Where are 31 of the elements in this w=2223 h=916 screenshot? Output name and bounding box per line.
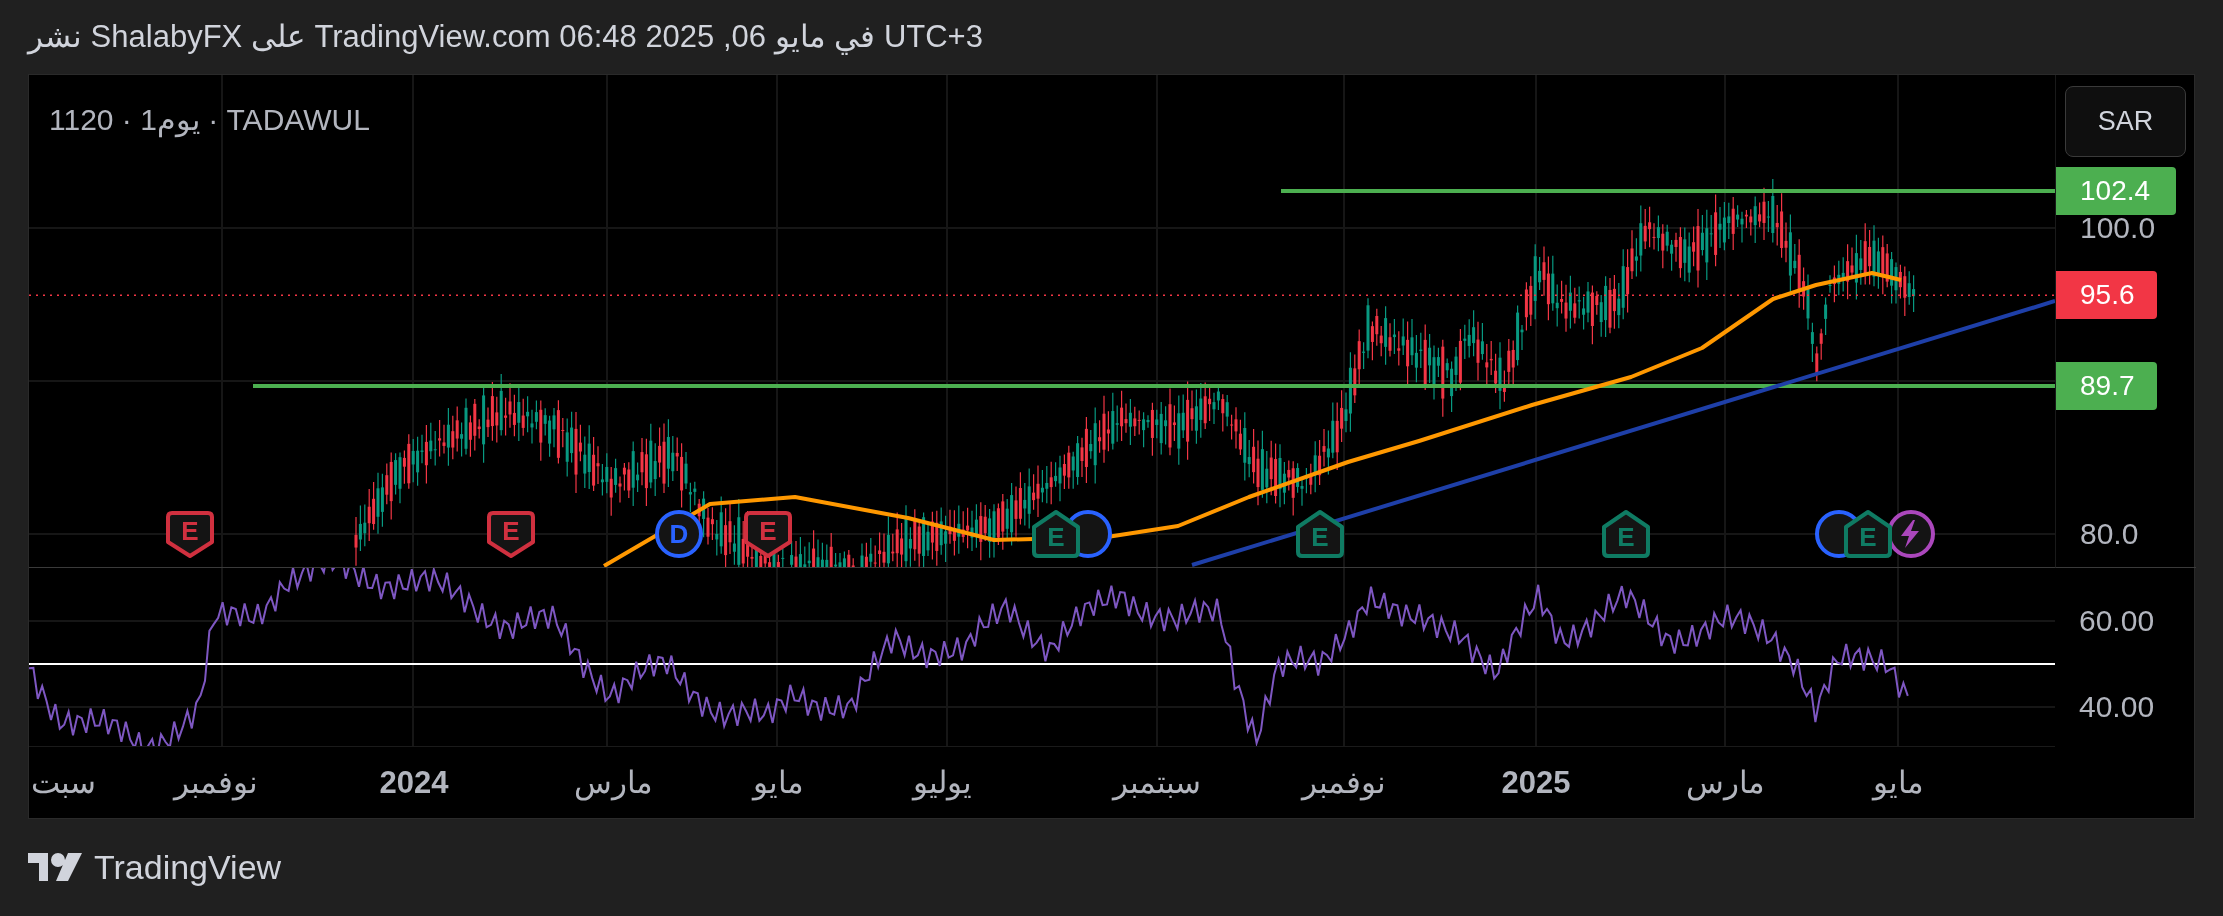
currency-button[interactable]: SAR (2065, 86, 2186, 157)
price-label: 102.4 (2056, 167, 2176, 215)
time-label: 2024 (379, 764, 449, 802)
event-marker[interactable] (1886, 509, 1936, 559)
time-label: نوفمبر (174, 764, 258, 803)
time-label: يوليو (912, 764, 972, 803)
time-label: نوفمبر (1302, 764, 1386, 803)
logo-icon (28, 853, 82, 881)
time-label: مارس (1685, 764, 1765, 803)
time-label: سبتمبر (1113, 764, 1201, 803)
event-marker[interactable]: E (743, 509, 793, 559)
brand-name: TradingView (94, 846, 282, 888)
event-marker[interactable]: E (1031, 509, 1081, 559)
price-label: 95.6 (2056, 271, 2157, 319)
time-label: سبت (31, 764, 96, 802)
publish-info: نشر ShalabyFX على TradingView.com في مايو 06, 2025 06:48 UTC+3 (28, 17, 983, 57)
time-label: مايو (1872, 764, 1924, 803)
price-tick: 80.0 (2080, 517, 2139, 551)
event-marker[interactable]: E (1843, 509, 1893, 559)
rsi-tick: 60.00 (2079, 604, 2155, 638)
time-label: مايو (752, 764, 804, 803)
event-marker[interactable]: E (1601, 509, 1651, 559)
price-label: 89.7 (2056, 362, 2157, 410)
rsi-tick: 40.00 (2079, 690, 2155, 724)
event-marker[interactable]: E (165, 509, 215, 559)
time-label: مارس (573, 764, 653, 803)
time-label: 2025 (1501, 764, 1571, 802)
symbol-legend: 1120 · 1يوم · TADAWUL (49, 97, 370, 142)
event-marker[interactable]: E (486, 509, 536, 559)
event-marker[interactable]: D (654, 509, 704, 559)
event-marker[interactable]: E (1295, 509, 1345, 559)
